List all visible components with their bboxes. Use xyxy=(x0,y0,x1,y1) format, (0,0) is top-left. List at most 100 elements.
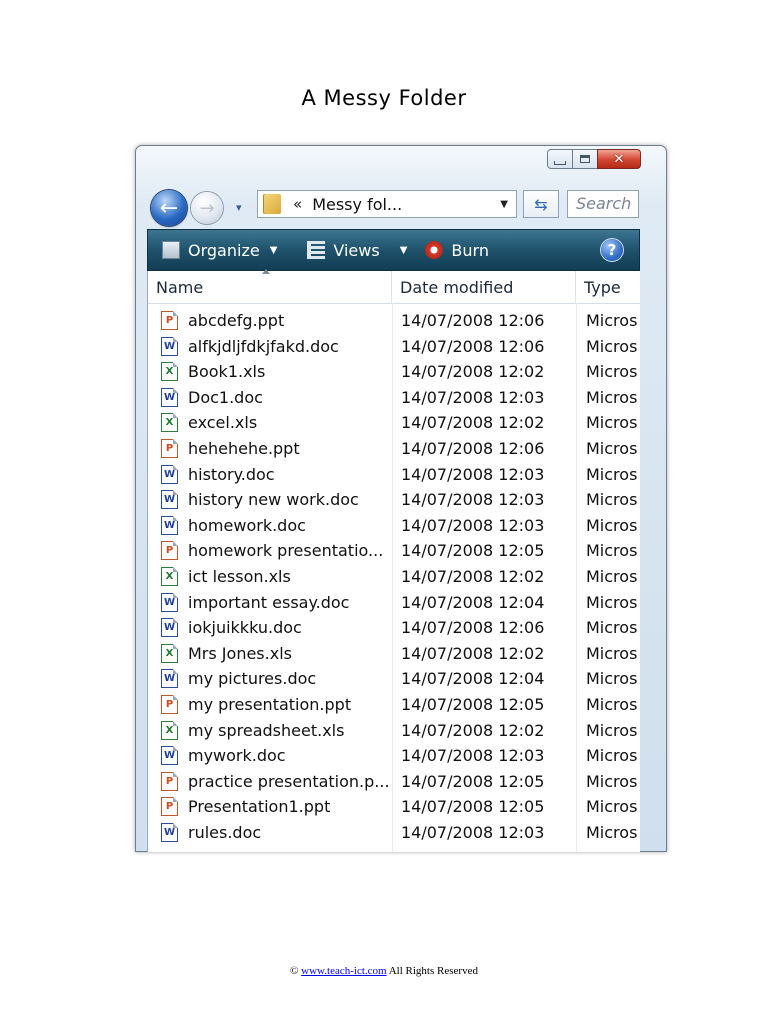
address-path[interactable]: Messy fol... xyxy=(312,195,500,214)
file-type: Micros xyxy=(586,515,638,535)
address-dropdown-icon[interactable]: ▼ xyxy=(500,199,508,210)
file-row[interactable]: Wmy pictures.doc 14/07/2008 12:04 Micros xyxy=(148,666,640,692)
column-header-type[interactable]: Type xyxy=(576,271,656,303)
file-row[interactable]: Pabcdefg.ppt 14/07/2008 12:06 Micros xyxy=(148,308,640,334)
chevron-down-icon: ▼ xyxy=(399,244,408,256)
xls-icon: X xyxy=(161,566,178,586)
file-row[interactable]: P Presentation1.ppt 14/07/2008 12:05 Micros xyxy=(148,794,640,820)
views-icon xyxy=(307,241,326,259)
file-row[interactable]: Xmy spreadsheet.xls 14/07/2008 12:02 Micro… xyxy=(148,718,640,744)
file-row[interactable]: W Doc1.doc 14/07/2008 12:03 Micros xyxy=(148,385,640,411)
file-type: Micros xyxy=(586,490,638,510)
file-type: Micros xyxy=(586,438,638,458)
views-button[interactable]: Views ▼ xyxy=(307,241,407,260)
file-date-modified: 14/07/2008 12:06 xyxy=(401,336,545,356)
file-name: mywork.doc xyxy=(188,746,286,766)
file-date-modified: 14/07/2008 12:03 xyxy=(401,746,545,766)
file-name: my spreadsheet.xls xyxy=(188,720,345,740)
ppt-icon: P xyxy=(161,438,178,458)
doc-icon: W xyxy=(161,464,178,484)
back-button[interactable]: ← xyxy=(151,190,187,226)
rights-text: All Rights Reserved xyxy=(388,965,478,977)
file-row[interactable]: Phehehehe.ppt 14/07/2008 12:06 Micros xyxy=(148,436,640,462)
ppt-icon: P xyxy=(161,771,178,791)
file-row[interactable]: Wmywork.doc 14/07/2008 12:03 Micros xyxy=(148,743,640,769)
file-type: Micros xyxy=(586,643,638,663)
file-name: my pictures.doc xyxy=(188,669,317,689)
file-type: Micros xyxy=(586,336,638,356)
doc-icon: W xyxy=(161,515,178,535)
file-name: homework.doc xyxy=(188,515,306,535)
file-name: abcdefg.ppt xyxy=(188,311,285,330)
file-row[interactable]: X Book1.xls 14/07/2008 12:02 Micros xyxy=(148,359,640,385)
file-name: history.doc xyxy=(188,464,275,484)
column-header-name[interactable]: Name xyxy=(148,269,392,303)
file-row[interactable]: Pmy presentation.ppt 14/07/2008 12:05 Micr… xyxy=(148,692,640,718)
folder-icon xyxy=(263,194,281,214)
file-type: Micros xyxy=(586,311,638,330)
file-row[interactable]: Walfkjdljfdkjfakd.doc 14/07/2008 12:06 Mic… xyxy=(148,334,640,360)
file-name: my presentation.ppt xyxy=(188,694,352,714)
file-row[interactable]: Xict lesson.xls 14/07/2008 12:02 Micros xyxy=(148,564,640,590)
burn-button[interactable]: Burn xyxy=(425,241,489,260)
burn-disc-icon xyxy=(425,241,444,259)
file-date-modified: 14/07/2008 12:05 xyxy=(401,797,545,817)
file-date-modified: 14/07/2008 12:04 xyxy=(401,669,545,689)
file-row[interactable]: Wimportant essay.doc 14/07/2008 12:04 Micr… xyxy=(148,590,640,616)
sort-ascending-icon xyxy=(262,269,270,274)
footer: © www.teach-ict.com All Rights Reserved xyxy=(0,965,768,977)
ppt-icon: P xyxy=(161,797,178,817)
file-type: Micros xyxy=(586,771,638,791)
command-toolbar: Organize ▼ Views ▼ Burn ? xyxy=(147,229,640,271)
file-list: Name Date modified Type Pabcdefg.ppt 14/0… xyxy=(147,269,640,852)
doc-icon: W xyxy=(161,592,178,612)
recent-pages-button[interactable]: ▾ xyxy=(236,201,242,214)
file-name: iokjuikkku.doc xyxy=(188,618,302,638)
column-header-date[interactable]: Date modified xyxy=(392,271,576,303)
file-row[interactable]: Wrules.doc 14/07/2008 12:03 Micros xyxy=(148,820,640,846)
file-row[interactable]: X Mrs Jones.xls 14/07/2008 12:02 Micros xyxy=(148,641,640,667)
doc-icon: W xyxy=(161,669,178,689)
file-date-modified: 14/07/2008 12:06 xyxy=(401,618,545,638)
file-row[interactable]: Phomework presentatio... 14/07/2008 12:05… xyxy=(148,538,640,564)
views-label: Views xyxy=(333,240,380,260)
file-name: homework presentatio... xyxy=(188,541,384,561)
breadcrumb-overflow-icon[interactable]: « xyxy=(293,195,302,213)
file-type: Micros xyxy=(586,541,638,561)
file-row[interactable]: Xexcel.xls 14/07/2008 12:02 Micros xyxy=(148,410,640,436)
file-date-modified: 14/07/2008 12:02 xyxy=(401,413,545,433)
footer-link[interactable]: www.teach-ict.com xyxy=(301,965,386,977)
minimize-button[interactable] xyxy=(547,149,573,169)
file-row[interactable]: Whistory.doc 14/07/2008 12:03 Micros xyxy=(148,462,640,488)
help-icon[interactable]: ? xyxy=(601,239,623,261)
file-row[interactable]: Wiokjuikkku.doc 14/07/2008 12:06 Micros xyxy=(148,615,640,641)
file-row[interactable]: Ppractice presentation.p... 14/07/2008 12… xyxy=(148,769,640,795)
file-type: Micros xyxy=(586,387,638,407)
file-type: Micros xyxy=(586,618,638,638)
organize-icon xyxy=(162,241,180,259)
ppt-icon: P xyxy=(161,311,178,330)
address-bar[interactable]: « Messy fol... ▼ xyxy=(257,190,517,218)
file-type: Micros xyxy=(586,797,638,817)
maximize-button[interactable] xyxy=(572,149,598,169)
search-input[interactable]: Search xyxy=(567,190,639,218)
file-row[interactable]: Whistory new work.doc 14/07/2008 12:03 Mic… xyxy=(148,487,640,513)
file-date-modified: 14/07/2008 12:06 xyxy=(401,438,545,458)
file-name: important essay.doc xyxy=(188,592,350,612)
file-date-modified: 14/07/2008 12:02 xyxy=(401,720,545,740)
file-row[interactable]: Whomework.doc 14/07/2008 12:03 Micros xyxy=(148,513,640,539)
refresh-button[interactable]: ⇆ xyxy=(523,190,559,218)
forward-button[interactable]: → xyxy=(191,192,223,224)
maximize-icon xyxy=(580,155,590,163)
file-type: Micros xyxy=(586,362,638,382)
file-type: Micros xyxy=(586,822,638,842)
ppt-icon: P xyxy=(161,694,178,714)
file-date-modified: 14/07/2008 12:03 xyxy=(401,490,545,510)
window-controls: ✕ xyxy=(547,149,641,169)
file-type: Micros xyxy=(586,720,638,740)
file-date-modified: 14/07/2008 12:02 xyxy=(401,643,545,663)
doc-icon: W xyxy=(161,618,178,638)
close-button[interactable]: ✕ xyxy=(597,149,641,169)
column-headers: Name Date modified Type xyxy=(148,269,640,304)
organize-button[interactable]: Organize ▼ xyxy=(162,241,277,260)
